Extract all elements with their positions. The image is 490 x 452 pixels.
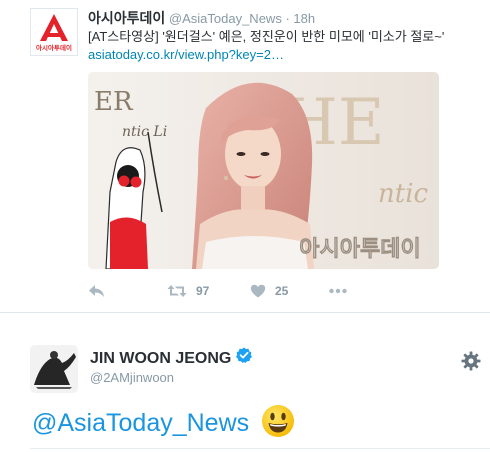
like-count: 25 xyxy=(275,284,289,298)
retweet-icon xyxy=(167,285,187,297)
tweet-text: [AT스타영상] '원더걸스' 예은, 정진운이 반한 미모에 '미소가 절로~… xyxy=(88,29,445,44)
user-display-name-text: JIN WOON JEONG xyxy=(90,349,232,367)
quoted-tweet[interactable]: 아시아투데이 아시아투데이 @AsiaToday_News · 18h [AT스… xyxy=(0,0,490,312)
heart-icon xyxy=(250,284,266,298)
tweet-media-photo[interactable]: ER HE ntic ntic Li 아시아투데이 xyxy=(88,72,439,269)
media-watermark: 아시아투데이 xyxy=(299,237,420,262)
reply-icon xyxy=(89,285,104,297)
user-avatar-photo xyxy=(30,345,78,393)
tweet-link[interactable]: asiatoday.co.kr/view.php?key=2… xyxy=(88,46,284,64)
tweet-actions: 97 25 xyxy=(88,282,448,300)
more-dots-icon xyxy=(329,288,347,294)
user-avatar[interactable] xyxy=(30,345,78,393)
user-display-name[interactable]: JIN WOON JEONG xyxy=(90,347,253,370)
logo-caption: 아시아투데이 xyxy=(36,43,72,52)
tweet-timestamp[interactable]: 18h xyxy=(293,11,315,26)
author-handle[interactable]: @AsiaToday_News xyxy=(169,11,282,26)
backdrop-script-right: ntic xyxy=(378,179,429,209)
user-handle[interactable]: @2AMjinwoon xyxy=(90,369,174,387)
mention-link[interactable]: @AsiaToday_News xyxy=(32,405,249,441)
section-divider xyxy=(0,312,490,313)
media-illustration: ER HE ntic ntic Li 아시아투데이 xyxy=(88,72,439,269)
smiley-emoji-icon xyxy=(261,404,295,443)
gear-icon[interactable] xyxy=(461,351,481,371)
reply-button[interactable] xyxy=(88,282,114,300)
retweet-button[interactable]: 97 xyxy=(167,282,209,300)
tweet-header: 아시아투데이 @AsiaToday_News · 18h xyxy=(88,9,315,27)
author-name[interactable]: 아시아투데이 xyxy=(88,10,165,26)
backdrop-script-left: ntic Li xyxy=(122,124,167,140)
verified-badge-icon xyxy=(236,347,253,370)
retweet-count: 97 xyxy=(196,284,210,298)
tweet-body: @AsiaToday_News xyxy=(32,404,295,443)
more-button[interactable] xyxy=(329,282,347,300)
header-separator: · xyxy=(285,11,290,26)
asiatoday-logo-avatar[interactable]: 아시아투데이 xyxy=(30,8,78,56)
bottom-divider xyxy=(30,448,490,449)
asiatoday-logo-icon: 아시아투데이 xyxy=(36,14,72,52)
backdrop-letters-left: ER xyxy=(94,87,134,117)
like-button[interactable]: 25 xyxy=(250,282,288,300)
